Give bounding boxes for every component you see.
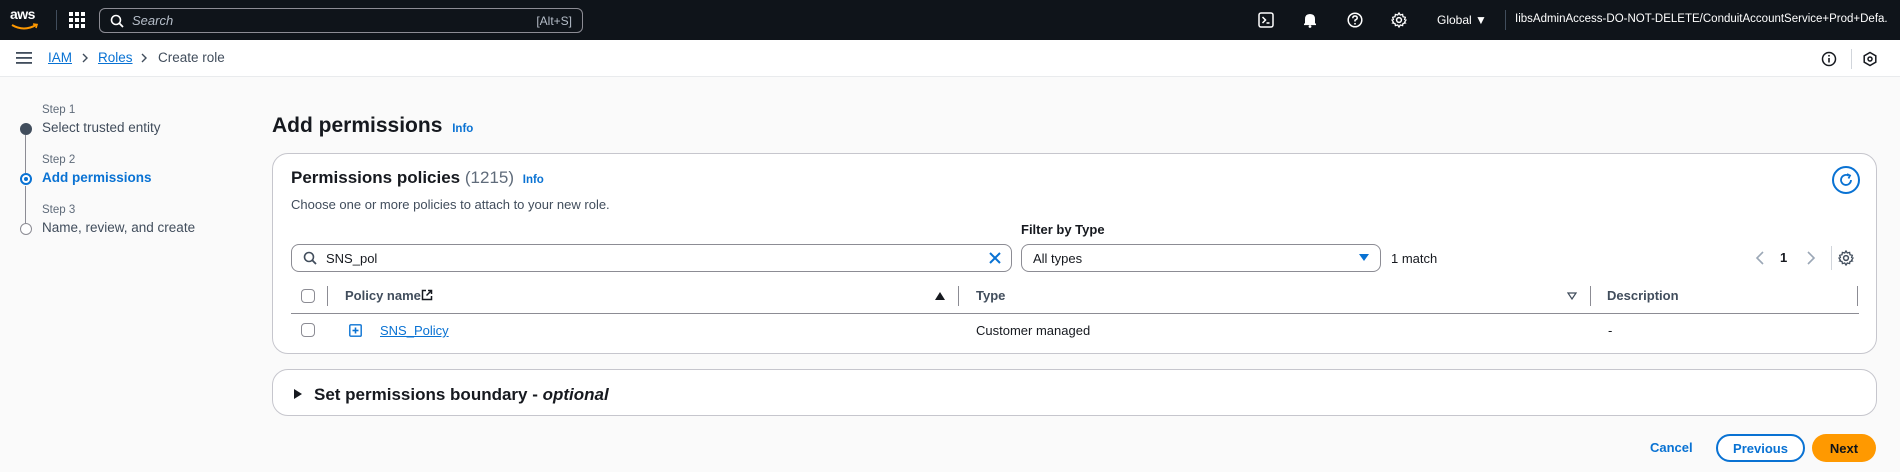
menu-hamburger-icon[interactable] — [16, 51, 32, 65]
aws-smile-icon — [11, 23, 39, 30]
page-info-link[interactable]: Info — [452, 123, 473, 135]
nav-divider — [1505, 10, 1506, 30]
breadcrumb-bar: IAM Roles Create role — [0, 40, 1900, 77]
account-menu[interactable]: IibsAdminAccess-DO-NOT-DELETE/ConduitAcc… — [1515, 13, 1887, 25]
policy-type: Customer managed — [976, 323, 1091, 338]
search-shortcut: [Alt+S] — [536, 13, 572, 28]
policies-info-link[interactable]: Info — [523, 174, 544, 186]
previous-page-icon[interactable] — [1755, 251, 1765, 265]
cancel-button[interactable]: Cancel — [1650, 440, 1693, 455]
boundary-optional-text: optional — [542, 385, 609, 404]
notifications-bell-icon[interactable] — [1302, 12, 1318, 28]
info-circle-icon[interactable] — [1821, 51, 1837, 67]
select-all-checkbox[interactable] — [301, 289, 315, 303]
refresh-button[interactable] — [1832, 166, 1860, 194]
column-header-description[interactable]: Description — [1607, 288, 1679, 303]
breadcrumb-iam[interactable]: IAM — [48, 50, 72, 65]
step-2-number: Step 2 — [42, 154, 76, 166]
row-checkbox[interactable] — [301, 323, 315, 337]
policy-search-input[interactable]: SNS_pol — [291, 244, 1012, 272]
column-divider — [327, 286, 328, 306]
column-divider — [1590, 286, 1591, 306]
policy-search-value: SNS_pol — [326, 250, 378, 266]
column-header-policy-name[interactable]: Policy name — [345, 288, 421, 303]
divider — [1851, 49, 1852, 69]
next-button[interactable]: Next — [1812, 434, 1876, 462]
sort-ascending-icon[interactable] — [935, 292, 945, 300]
cloudshell-icon[interactable] — [1258, 12, 1274, 28]
permissions-policies-header: Permissions policies (1215) Info — [291, 168, 544, 188]
step-3-pending-dot — [20, 223, 32, 235]
type-filter-value: All types — [1033, 250, 1083, 266]
settings-gear-icon[interactable] — [1391, 12, 1407, 28]
page-title-text: Add permissions — [272, 114, 443, 137]
region-label: Global — [1437, 13, 1472, 27]
external-link-icon[interactable] — [421, 289, 433, 301]
column-header-type[interactable]: Type — [976, 288, 1005, 303]
step-2-label: Add permissions — [42, 170, 152, 185]
type-filter-select[interactable]: All types — [1021, 244, 1381, 272]
search-icon — [110, 14, 124, 28]
step-3-label: Name, review, and create — [42, 220, 196, 235]
wizard-steps: Step 1 Select trusted entity Step 2 Add … — [0, 77, 260, 472]
clear-search-icon[interactable] — [988, 251, 1002, 265]
step-2-current-dot — [20, 173, 32, 185]
step-1-number: Step 1 — [42, 104, 76, 116]
caret-down-icon — [1359, 254, 1369, 261]
help-icon[interactable] — [1347, 12, 1363, 28]
region-selector[interactable]: Global ▼ — [1437, 13, 1487, 27]
table-preferences-gear-icon[interactable] — [1838, 250, 1854, 266]
previous-button[interactable]: Previous — [1716, 434, 1805, 462]
search-icon — [303, 251, 317, 265]
caret-down-icon: ▼ — [1475, 13, 1487, 27]
aws-logo-text: aws — [10, 6, 35, 22]
refresh-icon — [1840, 173, 1852, 186]
divider — [1831, 246, 1832, 270]
account-label: IibsAdminAccess-DO-NOT-DELETE/ConduitAcc… — [1515, 13, 1887, 25]
next-page-icon[interactable] — [1806, 251, 1816, 265]
step-3-number: Step 3 — [42, 204, 76, 216]
breadcrumb-create-role: Create role — [158, 50, 225, 65]
policy-name-link[interactable]: SNS_Policy — [380, 323, 449, 338]
expand-row-icon[interactable] — [349, 324, 362, 337]
chevron-right-icon — [82, 53, 88, 63]
policy-description: - — [1608, 323, 1613, 338]
nav-divider — [56, 10, 57, 30]
chevron-right-icon — [141, 53, 147, 63]
step-1-label[interactable]: Select trusted entity — [42, 120, 161, 135]
expand-caret-right-icon[interactable] — [294, 389, 302, 399]
filter-by-type-label: Filter by Type — [1021, 222, 1105, 237]
top-navigation: aws Search [Alt+S] Global ▼ IibsAdminAcc… — [0, 0, 1900, 40]
apps-grid-icon[interactable] — [68, 11, 86, 29]
permissions-boundary-title[interactable]: Set permissions boundary - optional — [314, 385, 609, 405]
aws-logo[interactable]: aws — [10, 6, 42, 34]
policies-title: Permissions policies — [291, 168, 461, 187]
current-page-number[interactable]: 1 — [1780, 250, 1787, 265]
policies-description: Choose one or more policies to attach to… — [291, 197, 610, 212]
sort-unsorted-icon[interactable] — [1567, 292, 1577, 300]
step-1-completed-dot — [20, 123, 32, 135]
page-title: Add permissions Info — [272, 114, 473, 138]
global-search-input[interactable]: Search [Alt+S] — [99, 8, 583, 33]
search-placeholder: Search — [132, 13, 174, 28]
boundary-title-text: Set permissions boundary - — [314, 385, 543, 404]
notification-settings-icon[interactable] — [1862, 51, 1878, 67]
breadcrumb-roles[interactable]: Roles — [98, 50, 133, 65]
step-connector — [25, 135, 26, 173]
column-divider — [1857, 286, 1858, 306]
policies-count: (1215) — [464, 168, 515, 187]
table-header-divider — [291, 313, 1859, 314]
step-connector — [25, 186, 26, 224]
match-count: 1 match — [1391, 251, 1438, 266]
column-divider — [958, 286, 959, 306]
